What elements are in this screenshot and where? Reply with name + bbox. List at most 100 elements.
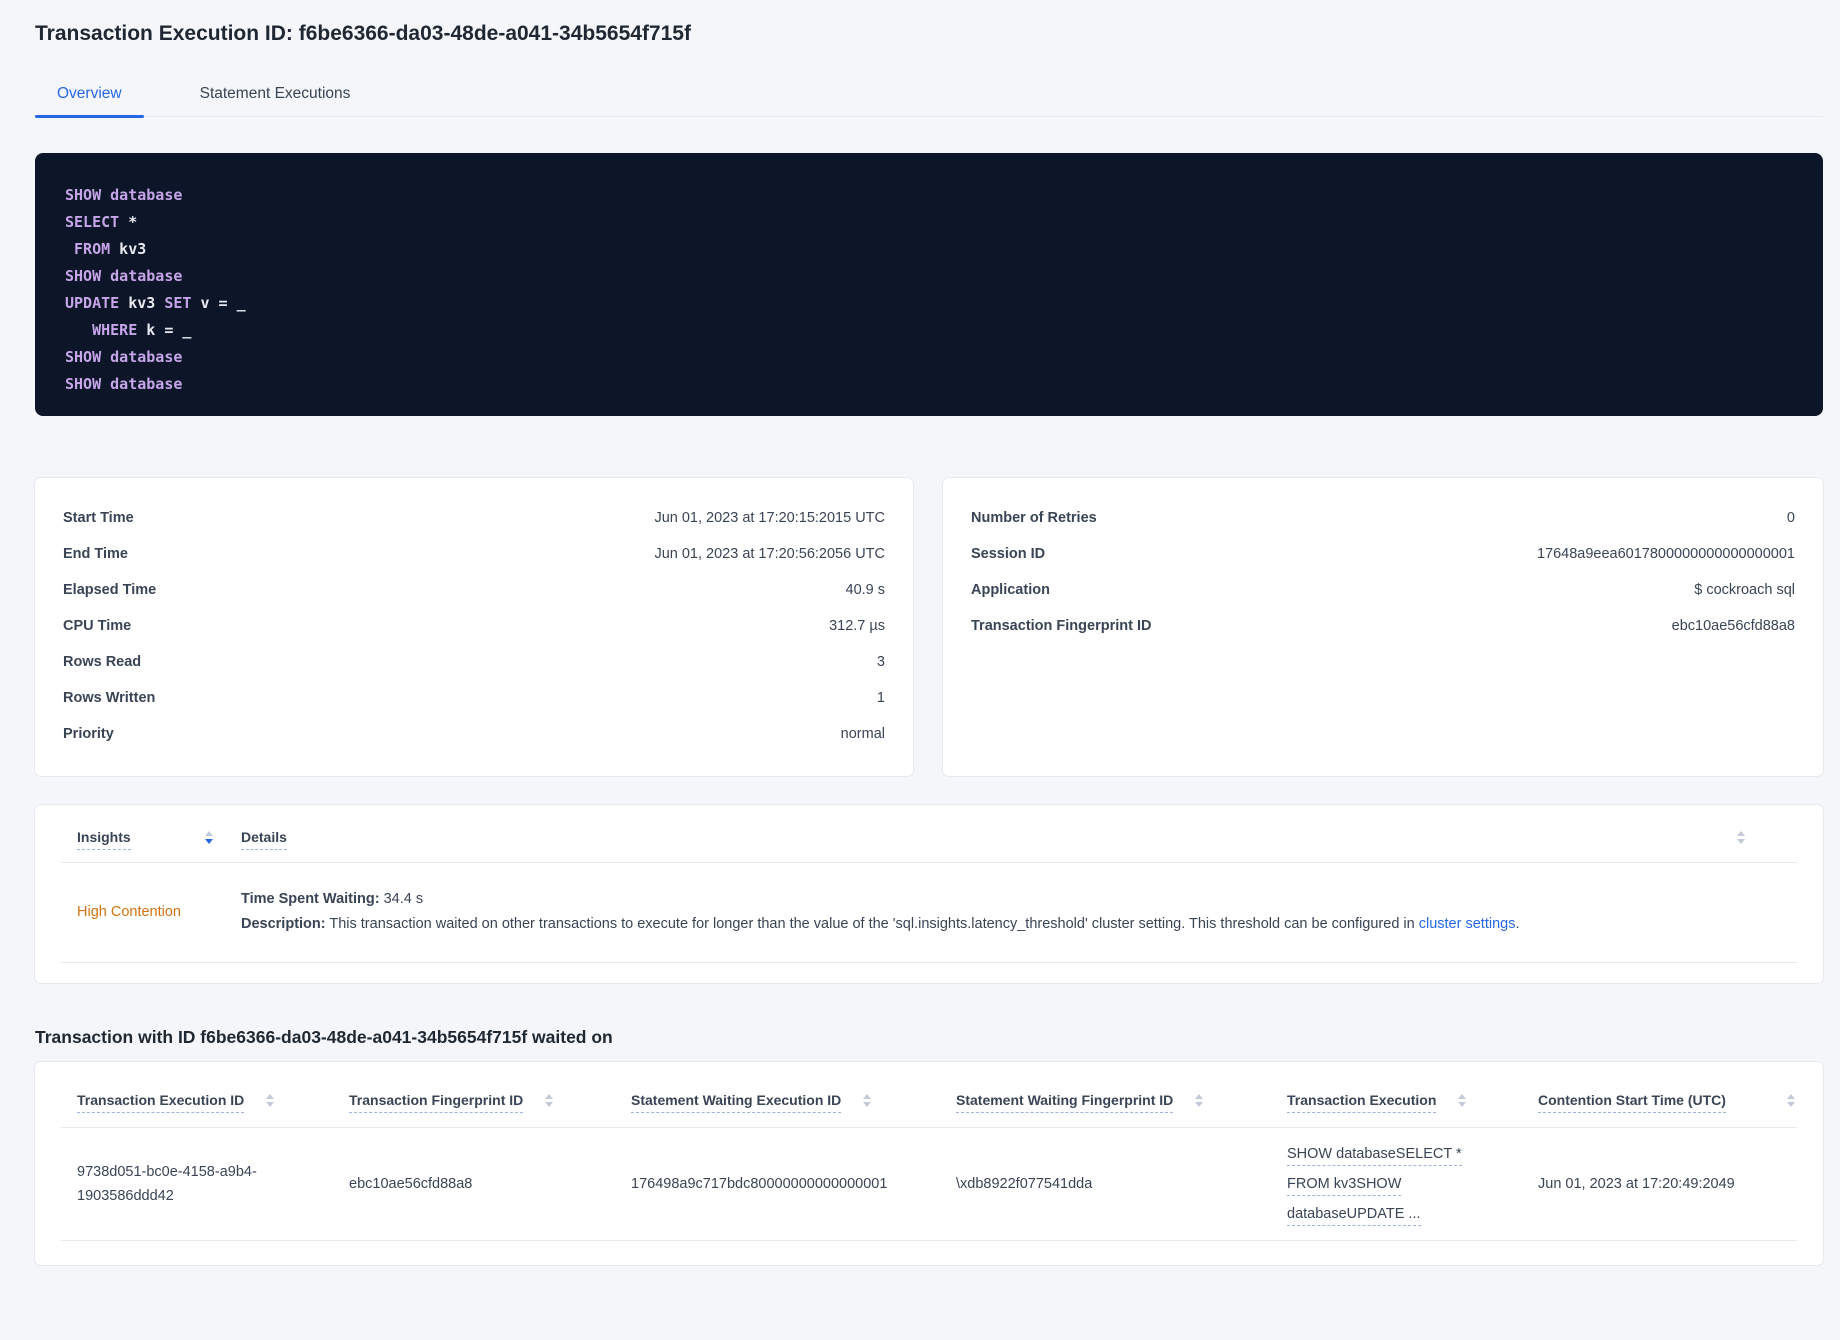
cell-statement-waiting-execution-id: 176498a9c717bdc80000000000000001 — [631, 1176, 888, 1192]
row-rows-read: Rows Read 3 — [63, 644, 885, 680]
tab-overview[interactable]: Overview — [35, 76, 144, 118]
row-session-id: Session ID 17648a9eea6017800000000000000… — [971, 536, 1795, 572]
time-spent-waiting: Time Spent Waiting: 34.4 s — [241, 891, 1797, 907]
summary-label: Start Time — [63, 510, 134, 526]
waited-on-heading: Transaction with ID f6be6366-da03-48de-a… — [35, 1027, 613, 1047]
col-statement-waiting-execution-id: Statement Waiting Execution ID — [631, 1092, 956, 1113]
sort-icon[interactable] — [266, 1094, 275, 1107]
table-card-footer — [61, 1241, 1797, 1265]
column-header[interactable]: Statement Waiting Execution ID — [631, 1092, 842, 1113]
column-header[interactable]: Transaction Execution ID — [77, 1092, 245, 1113]
col-transaction-execution: Transaction Execution — [1287, 1092, 1538, 1113]
execution-summary-card: Start Time Jun 01, 2023 at 17:20:15:2015… — [35, 478, 913, 776]
tab-bar: Overview Statement Executions — [35, 76, 1823, 118]
summary-value: $ cockroach sql — [1694, 582, 1795, 598]
time-spent-waiting-value: 34.4 s — [379, 891, 424, 907]
sort-icon[interactable] — [545, 1094, 554, 1107]
insights-card: Insights Details High Contention Time Sp… — [35, 805, 1823, 983]
summary-label: Application — [971, 582, 1050, 598]
row-priority: Priority normal — [63, 716, 885, 752]
summary-label: Elapsed Time — [63, 582, 157, 598]
transaction-execution-link[interactable]: SHOW databaseSELECT * FROM kv3SHOW datab… — [1287, 1146, 1462, 1226]
row-application: Application $ cockroach sql — [971, 572, 1795, 608]
insights-table-header: Insights Details — [61, 805, 1797, 863]
sql-line: SHOW database — [65, 267, 183, 285]
description-suffix: . — [1515, 916, 1520, 932]
cell-statement-waiting-fingerprint-id: \xdb8922f077541dda — [956, 1176, 1093, 1192]
insights-column-header[interactable]: Insights — [77, 829, 131, 850]
description-label: Description: — [241, 916, 326, 932]
insight-details: Time Spent Waiting: 34.4 s Description: … — [241, 891, 1797, 932]
time-spent-waiting-label: Time Spent Waiting: — [241, 891, 380, 907]
cell-transaction-execution-id: 9738d051-bc0e-4158-a9b4-1903586ddd42 — [77, 1164, 257, 1204]
sort-icon[interactable] — [1787, 1094, 1795, 1107]
sort-icon[interactable] — [1737, 831, 1745, 844]
row-transaction-fingerprint-id: Transaction Fingerprint ID ebc10ae56cfd8… — [971, 608, 1795, 644]
page-title: Transaction Execution ID: f6be6366-da03-… — [35, 22, 691, 45]
summary-label: Priority — [63, 726, 114, 742]
summary-label: Transaction Fingerprint ID — [971, 618, 1152, 634]
summary-value: 1 — [876, 690, 885, 706]
sql-line: FROM kv3 — [65, 240, 147, 258]
sort-icon[interactable] — [863, 1094, 872, 1107]
summary-value: 3 — [876, 654, 885, 670]
summary-value: normal — [840, 726, 885, 742]
col-statement-waiting-fingerprint-id: Statement Waiting Fingerprint ID — [956, 1092, 1287, 1113]
sql-line: SHOW database — [65, 375, 183, 393]
summary-label: CPU Time — [63, 618, 132, 634]
sql-line: SHOW database — [65, 186, 183, 204]
sql-line: WHERE k = _ — [65, 321, 192, 339]
sort-icon[interactable] — [1458, 1094, 1467, 1107]
insight-row: High Contention Time Spent Waiting: 34.4… — [61, 863, 1797, 963]
row-start-time: Start Time Jun 01, 2023 at 17:20:15:2015… — [63, 500, 885, 536]
summary-label: Number of Retries — [971, 510, 1097, 526]
col-transaction-execution-id: Transaction Execution ID — [61, 1092, 349, 1113]
tab-statement-executions[interactable]: Statement Executions — [178, 76, 373, 116]
col-transaction-fingerprint-id: Transaction Fingerprint ID — [349, 1092, 631, 1113]
summary-value: 0 — [1786, 510, 1795, 526]
sort-icon[interactable] — [1195, 1094, 1204, 1107]
summary-label: Rows Written — [63, 690, 156, 706]
insights-column: Insights — [61, 829, 241, 850]
column-header[interactable]: Transaction Execution — [1287, 1092, 1437, 1113]
session-summary-card: Number of Retries 0 Session ID 17648a9ee… — [943, 478, 1823, 776]
summary-cards-row: Start Time Jun 01, 2023 at 17:20:15:2015… — [35, 478, 1823, 776]
table-row: 9738d051-bc0e-4158-a9b4-1903586ddd42 ebc… — [61, 1128, 1797, 1241]
row-cpu-time: CPU Time 312.7 µs — [63, 608, 885, 644]
column-header[interactable]: Contention Start Time (UTC) — [1538, 1092, 1726, 1113]
summary-label: End Time — [63, 546, 128, 562]
cluster-settings-link[interactable]: cluster settings — [1419, 916, 1516, 932]
sort-icon[interactable] — [205, 831, 213, 844]
sql-line: SHOW database — [65, 348, 183, 366]
details-column-header[interactable]: Details — [241, 829, 287, 850]
insight-description: Description: This transaction waited on … — [241, 916, 1797, 932]
description-text: This transaction waited on other transac… — [325, 916, 1419, 932]
summary-label: Session ID — [971, 546, 1046, 562]
summary-value: 40.9 s — [845, 582, 886, 598]
waited-on-table-header: Transaction Execution ID Transaction Fin… — [61, 1062, 1797, 1128]
waited-on-table-card: Transaction Execution ID Transaction Fin… — [35, 1062, 1823, 1265]
sql-line: SELECT * — [65, 213, 138, 231]
sql-statements-box: SHOW database SELECT * FROM kv3 SHOW datab… — [35, 153, 1823, 416]
cell-transaction-fingerprint-id: ebc10ae56cfd88a8 — [349, 1176, 473, 1192]
row-elapsed-time: Elapsed Time 40.9 s — [63, 572, 885, 608]
row-number-of-retries: Number of Retries 0 — [971, 500, 1795, 536]
page: Transaction Execution ID: f6be6366-da03-… — [35, 22, 1823, 1265]
column-header[interactable]: Statement Waiting Fingerprint ID — [956, 1092, 1174, 1113]
summary-value: 17648a9eea6017800000000000000001 — [1536, 546, 1795, 562]
details-column: Details — [241, 829, 1737, 850]
summary-value: Jun 01, 2023 at 17:20:15:2015 UTC — [654, 510, 885, 526]
cell-transaction-execution: SHOW databaseSELECT * FROM kv3SHOW datab… — [1287, 1139, 1538, 1229]
cell-contention-start-time: Jun 01, 2023 at 17:20:49:2049 — [1538, 1176, 1735, 1192]
row-end-time: End Time Jun 01, 2023 at 17:20:56:2056 U… — [63, 536, 885, 572]
summary-value: 312.7 µs — [829, 618, 885, 634]
insights-card-footer — [61, 963, 1797, 983]
summary-value: Jun 01, 2023 at 17:20:56:2056 UTC — [654, 546, 885, 562]
summary-label: Rows Read — [63, 654, 142, 670]
col-contention-start-time: Contention Start Time (UTC) — [1538, 1092, 1797, 1113]
insight-type-badge: High Contention — [77, 903, 181, 920]
row-rows-written: Rows Written 1 — [63, 680, 885, 716]
transaction-fingerprint-link[interactable]: ebc10ae56cfd88a8 — [1672, 618, 1795, 634]
sql-line: UPDATE kv3 SET v = _ — [65, 294, 246, 312]
column-header[interactable]: Transaction Fingerprint ID — [349, 1092, 524, 1113]
